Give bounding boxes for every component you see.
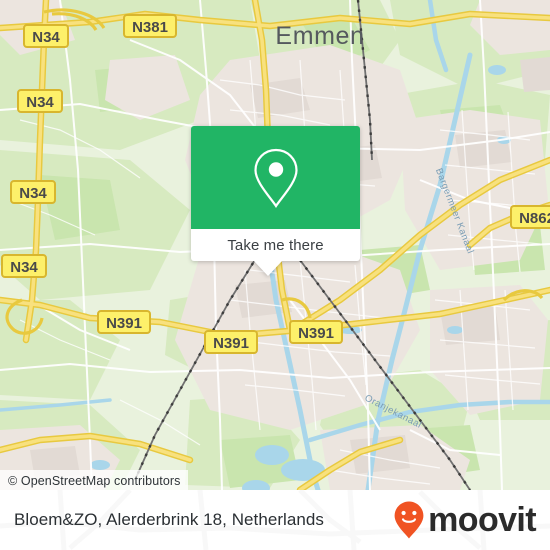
svg-text:N34: N34: [10, 259, 38, 276]
take-me-there-callout[interactable]: Take me there: [191, 126, 360, 276]
svg-text:N391: N391: [106, 315, 142, 332]
map-pin-icon: [253, 148, 298, 208]
svg-text:N391: N391: [298, 325, 334, 342]
svg-text:N391: N391: [213, 335, 249, 352]
map-attribution[interactable]: © OpenStreetMap contributors: [0, 470, 188, 490]
svg-text:N381: N381: [132, 19, 168, 36]
svg-text:N34: N34: [32, 29, 60, 46]
svg-text:N862: N862: [519, 210, 550, 227]
moovit-location-card: Emmen Bargermeer Kanaal Oranjekanaal N34…: [0, 0, 550, 550]
svg-text:N34: N34: [19, 185, 47, 202]
attribution-text: © OpenStreetMap contributors: [8, 473, 181, 488]
moovit-wordmark: moovit: [428, 501, 536, 539]
callout-action-label-wrap[interactable]: Take me there: [191, 229, 360, 261]
moovit-smiley-pin-icon: [394, 501, 424, 539]
map-city-label: Emmen: [275, 22, 364, 50]
location-address: Bloem&ZO, Alerderbrink 18, Netherlands: [14, 510, 324, 529]
callout-icon-panel: [191, 126, 360, 229]
callout-tail: [253, 260, 283, 276]
footer-bar: Bloem&ZO, Alerderbrink 18, Netherlands m…: [0, 490, 550, 550]
svg-text:N34: N34: [26, 94, 54, 111]
moovit-logo[interactable]: moovit: [393, 500, 537, 540]
take-me-there-label: Take me there: [227, 236, 324, 254]
